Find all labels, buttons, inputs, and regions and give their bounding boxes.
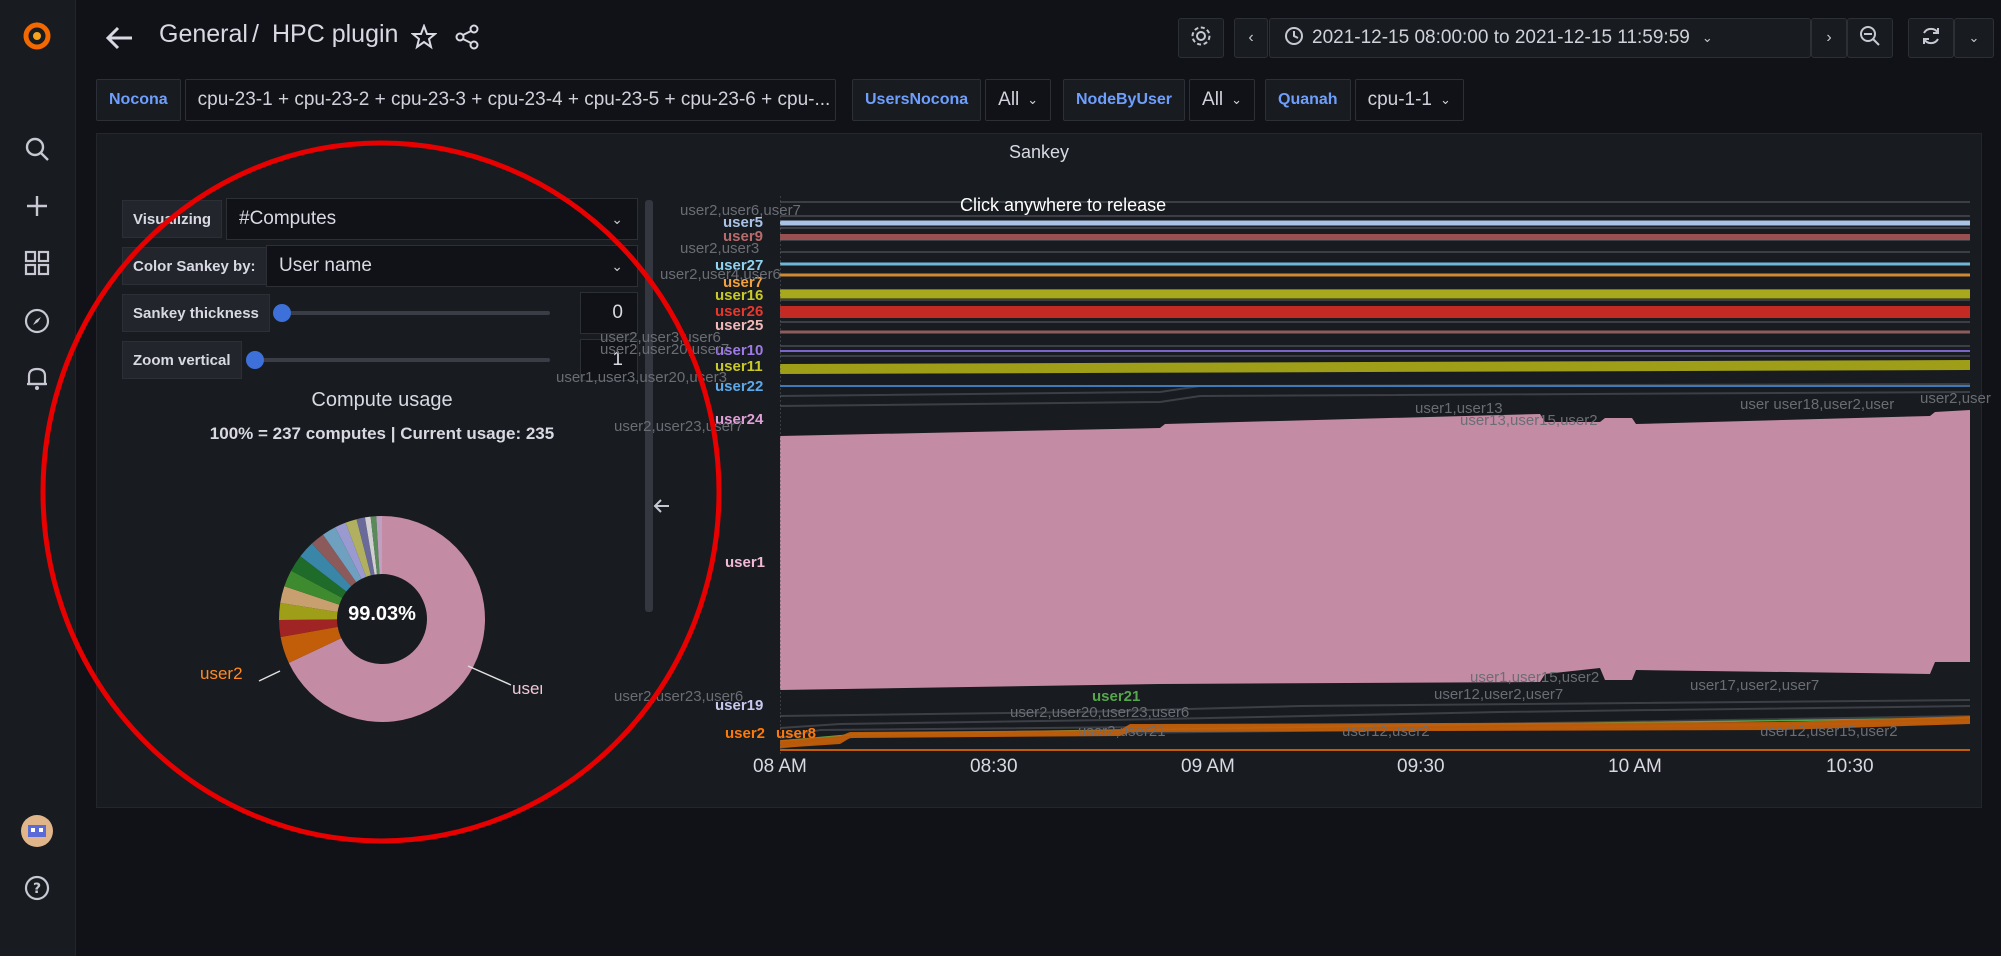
x-tick: 09:30 — [1397, 756, 1445, 777]
flow-annotation: user12,user2,user7 — [1434, 686, 1564, 703]
grafana-logo-icon[interactable] — [17, 16, 57, 56]
page-title: HPC plugin — [272, 20, 399, 48]
time-picker[interactable]: 2021-12-15 08:00:00 to 2021-12-15 11:59:… — [1269, 18, 1811, 58]
variable-label: Quanah — [1265, 79, 1351, 121]
time-shift-back-button[interactable]: ‹ — [1234, 18, 1268, 58]
variable-select[interactable]: All ⌄ — [1189, 79, 1256, 121]
release-hint: Click anywhere to release — [960, 195, 1167, 215]
refresh-interval-dropdown[interactable]: ⌄ — [1954, 18, 1994, 58]
refresh-button[interactable] — [1908, 18, 1954, 58]
variable-nocona: Nocona cpu-23-1 + cpu-23-2 + cpu-23-3 + … — [96, 79, 836, 121]
sankey-flow-user11 — [780, 360, 1970, 374]
help-icon[interactable]: ? — [17, 868, 57, 908]
variable-label: Nocona — [96, 79, 181, 121]
x-tick: 08 AM — [753, 756, 807, 777]
star-icon[interactable] — [410, 23, 438, 55]
flow-annotation: user13,user15,user2 — [1460, 412, 1598, 429]
x-tick: 10:30 — [1826, 756, 1874, 777]
zoom-out-icon — [1859, 25, 1881, 52]
variable-label: UsersNocona — [852, 79, 982, 121]
variable-quanah: Quanah cpu-1-1 ⌄ — [1265, 79, 1464, 121]
chevron-down-icon: ⌄ — [1439, 92, 1451, 107]
red-annotation-circle — [40, 140, 722, 844]
sankey-flow-user1 — [780, 410, 1970, 690]
chevron-left-icon: ‹ — [1248, 29, 1254, 46]
x-tick: 10 AM — [1608, 756, 1662, 777]
clock-icon — [1284, 26, 1304, 51]
gear-icon — [1190, 25, 1212, 52]
variable-select[interactable]: cpu-23-1 + cpu-23-2 + cpu-23-3 + cpu-23-… — [184, 79, 836, 121]
refresh-icon — [1920, 25, 1942, 52]
variable-value: All — [998, 89, 1020, 110]
variable-value: All — [1202, 89, 1224, 110]
variable-select[interactable]: cpu-1-1 ⌄ — [1354, 79, 1464, 121]
user-label-user2: user2 — [725, 725, 766, 742]
chevron-right-icon: › — [1826, 29, 1832, 46]
share-icon[interactable] — [454, 24, 480, 55]
variable-label: NodeByUser — [1063, 79, 1186, 121]
chevron-down-icon: ⌄ — [1701, 30, 1713, 45]
chevron-down-icon: ⌄ — [1968, 30, 1980, 45]
breadcrumb-separator: / — [252, 20, 259, 48]
back-arrow-icon[interactable] — [104, 22, 136, 54]
x-tick: 08:30 — [970, 756, 1018, 777]
chevron-down-icon: ⌄ — [1027, 92, 1039, 107]
top-nav: General / HPC plugin ‹ 2021-12-15 08:00:… — [76, 0, 2001, 76]
variable-value: cpu-1-1 — [1367, 89, 1432, 110]
time-range-label: 2021-12-15 08:00:00 to 2021-12-15 11:59:… — [1312, 27, 1690, 48]
flow-annotation: user12,user2 — [1342, 723, 1430, 740]
flow-annotation: user17,user2,user7 — [1690, 677, 1820, 694]
flow-annotation: user user18,user2,user — [1740, 396, 1895, 413]
flow-annotation: user2,user — [1920, 390, 1991, 407]
zoom-out-button[interactable] — [1847, 18, 1893, 58]
settings-button[interactable] — [1178, 18, 1224, 58]
variable-value: cpu-23-1 + cpu-23-2 + cpu-23-3 + cpu-23-… — [197, 89, 831, 110]
x-tick: 09 AM — [1181, 756, 1235, 777]
variable-select[interactable]: All ⌄ — [985, 79, 1052, 121]
flow-annotation: user12,user15,user2 — [1760, 723, 1898, 740]
flow-annotation: user2,user21 — [1078, 723, 1166, 740]
breadcrumb-folder[interactable]: General — [159, 20, 248, 49]
flow-annotation: user2,user20,user23,user6 — [1010, 704, 1190, 721]
variable-usersnocona: UsersNocona All ⌄ — [852, 79, 1052, 121]
variable-nodebyuser: NodeByUser All ⌄ — [1063, 79, 1256, 121]
svg-text:?: ? — [33, 881, 41, 897]
user-label-user1: user1 — [725, 554, 766, 571]
chevron-down-icon: ⌄ — [1231, 92, 1243, 107]
flow-annotation: user1,user15,user2 — [1470, 669, 1600, 686]
time-shift-forward-button[interactable]: › — [1811, 18, 1847, 58]
user-label-user21: user21 — [1092, 688, 1141, 705]
user-label-user8: user8 — [776, 725, 817, 742]
sankey-chart[interactable] — [780, 196, 1970, 756]
